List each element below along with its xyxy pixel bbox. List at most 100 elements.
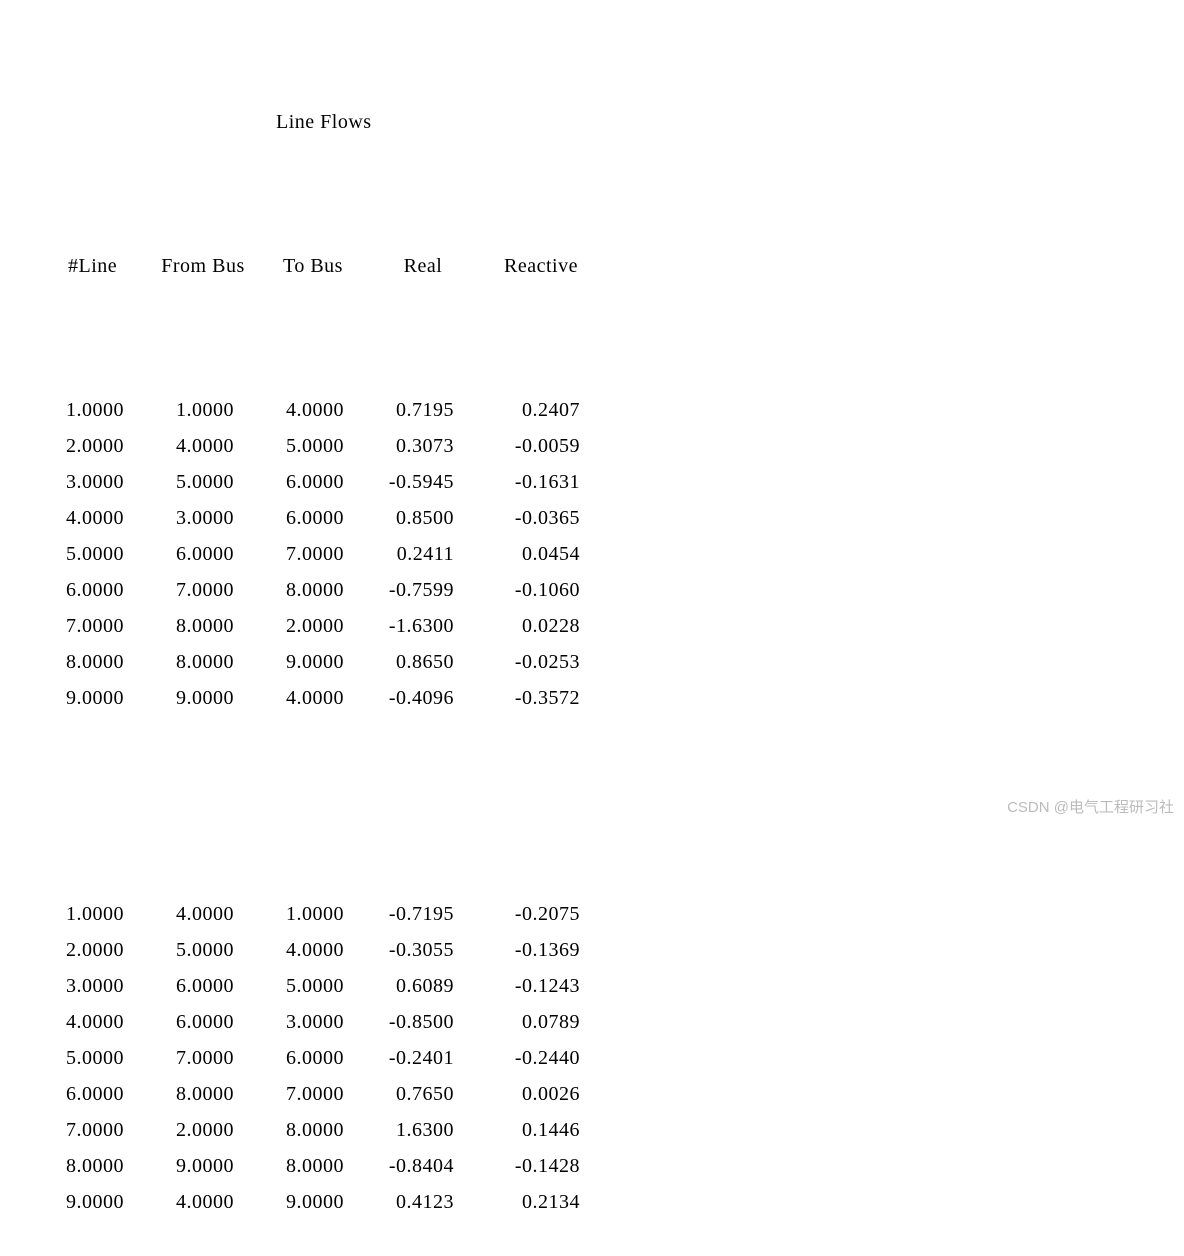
cell-to: 8.0000 [234, 572, 344, 608]
cell-from: 5.0000 [124, 464, 234, 500]
cell-line: 8.0000 [44, 644, 124, 680]
cell-to: 2.0000 [234, 608, 344, 644]
cell-from: 9.0000 [124, 1148, 234, 1184]
cell-real: 0.7650 [344, 1076, 454, 1112]
cell-real: 0.2411 [344, 536, 454, 572]
col-header-to: To Bus [258, 248, 368, 284]
cell-line: 8.0000 [44, 1148, 124, 1184]
table-row: 8.00008.00009.00000.8650-0.0253 [44, 644, 1184, 680]
cell-from: 4.0000 [124, 428, 234, 464]
cell-line: 7.0000 [44, 1112, 124, 1148]
cell-line: 4.0000 [44, 1004, 124, 1040]
table-row: 2.00004.00005.00000.3073-0.0059 [44, 428, 1184, 464]
cell-line: 9.0000 [44, 680, 124, 716]
cell-to: 6.0000 [234, 1040, 344, 1076]
cell-to: 4.0000 [234, 680, 344, 716]
cell-real: 0.3073 [344, 428, 454, 464]
cell-real: -0.8404 [344, 1148, 454, 1184]
cell-real: -0.3055 [344, 932, 454, 968]
cell-real: -0.2401 [344, 1040, 454, 1076]
cell-real: -0.5945 [344, 464, 454, 500]
cell-to: 4.0000 [234, 392, 344, 428]
cell-real: 0.6089 [344, 968, 454, 1004]
cell-from: 2.0000 [124, 1112, 234, 1148]
col-header-reactive: Reactive [478, 248, 604, 284]
cell-from: 4.0000 [124, 1184, 234, 1220]
cell-reactive: -0.1631 [454, 464, 580, 500]
cell-reactive: -0.1060 [454, 572, 580, 608]
cell-line: 4.0000 [44, 500, 124, 536]
cell-reactive: -0.1428 [454, 1148, 580, 1184]
cell-to: 1.0000 [234, 896, 344, 932]
cell-line: 9.0000 [44, 1184, 124, 1220]
cell-real: 1.6300 [344, 1112, 454, 1148]
cell-to: 6.0000 [234, 500, 344, 536]
cell-to: 9.0000 [234, 644, 344, 680]
cell-to: 6.0000 [234, 464, 344, 500]
table-row: 8.00009.00008.0000-0.8404-0.1428 [44, 1148, 1184, 1184]
table-row: 9.00009.00004.0000-0.4096-0.3572 [44, 680, 1184, 716]
col-header-line: #Line [66, 248, 148, 284]
cell-from: 9.0000 [124, 680, 234, 716]
cell-real: 0.4123 [344, 1184, 454, 1220]
cell-to: 7.0000 [234, 536, 344, 572]
table-row: 3.00006.00005.00000.6089-0.1243 [44, 968, 1184, 1004]
cell-reactive: 0.0789 [454, 1004, 580, 1040]
cell-from: 1.0000 [124, 392, 234, 428]
cell-line: 5.0000 [44, 1040, 124, 1076]
cell-to: 5.0000 [234, 968, 344, 1004]
cell-from: 7.0000 [124, 572, 234, 608]
cell-real: -0.8500 [344, 1004, 454, 1040]
cell-to: 5.0000 [234, 428, 344, 464]
cell-line: 6.0000 [44, 572, 124, 608]
table-row: 9.00004.00009.00000.41230.2134 [44, 1184, 1184, 1220]
cell-line: 3.0000 [44, 464, 124, 500]
cell-reactive: -0.2440 [454, 1040, 580, 1076]
cell-reactive: 0.0228 [454, 608, 580, 644]
cell-to: 3.0000 [234, 1004, 344, 1040]
cell-from: 8.0000 [124, 1076, 234, 1112]
table-body-b: 1.00004.00001.0000-0.7195-0.20752.00005.… [44, 896, 1184, 1220]
table-row: 2.00005.00004.0000-0.3055-0.1369 [44, 932, 1184, 968]
cell-real: -0.4096 [344, 680, 454, 716]
cell-line: 2.0000 [44, 428, 124, 464]
cell-real: -0.7599 [344, 572, 454, 608]
cell-reactive: -0.3572 [454, 680, 580, 716]
cell-from: 5.0000 [124, 932, 234, 968]
cell-from: 4.0000 [124, 896, 234, 932]
cell-line: 3.0000 [44, 968, 124, 1004]
cell-from: 6.0000 [124, 536, 234, 572]
cell-real: 0.8650 [344, 644, 454, 680]
table-body-a: 1.00001.00004.00000.71950.24072.00004.00… [44, 392, 1184, 716]
table-row: 6.00008.00007.00000.76500.0026 [44, 1076, 1184, 1112]
col-header-real: Real [368, 248, 478, 284]
table-header: #LineFrom BusTo BusRealReactive [44, 212, 1184, 320]
cell-from: 3.0000 [124, 500, 234, 536]
cell-reactive: 0.2134 [454, 1184, 580, 1220]
cell-real: -0.7195 [344, 896, 454, 932]
cell-from: 6.0000 [124, 1004, 234, 1040]
cell-line: 7.0000 [44, 608, 124, 644]
table-title: Line Flows [44, 104, 1184, 140]
cell-real: 0.8500 [344, 500, 454, 536]
cell-line: 1.0000 [44, 896, 124, 932]
table-row: 7.00008.00002.0000-1.63000.0228 [44, 608, 1184, 644]
cell-to: 7.0000 [234, 1076, 344, 1112]
cell-reactive: 0.0454 [454, 536, 580, 572]
cell-line: 6.0000 [44, 1076, 124, 1112]
cell-from: 8.0000 [124, 644, 234, 680]
cell-to: 4.0000 [234, 932, 344, 968]
cell-reactive: 0.2407 [454, 392, 580, 428]
cell-reactive: 0.0026 [454, 1076, 580, 1112]
cell-reactive: -0.2075 [454, 896, 580, 932]
col-header-from: From Bus [148, 248, 258, 284]
table-row: 6.00007.00008.0000-0.7599-0.1060 [44, 572, 1184, 608]
cell-reactive: -0.0059 [454, 428, 580, 464]
cell-from: 7.0000 [124, 1040, 234, 1076]
cell-reactive: -0.1369 [454, 932, 580, 968]
cell-to: 9.0000 [234, 1184, 344, 1220]
table-row: 7.00002.00008.00001.63000.1446 [44, 1112, 1184, 1148]
table-row: 5.00007.00006.0000-0.2401-0.2440 [44, 1040, 1184, 1076]
cell-line: 1.0000 [44, 392, 124, 428]
table-row: 1.00001.00004.00000.71950.2407 [44, 392, 1184, 428]
